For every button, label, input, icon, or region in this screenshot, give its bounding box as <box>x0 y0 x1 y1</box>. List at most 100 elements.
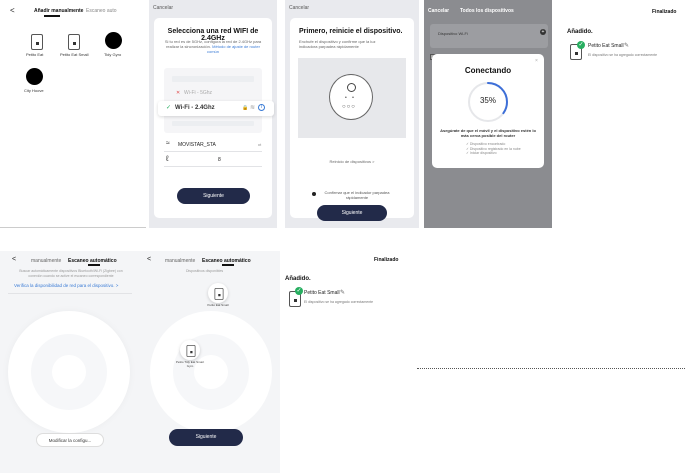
subtitle: Enchufe el dispositivo y confirme que la… <box>299 39 376 49</box>
tab-manual[interactable]: manualmente <box>31 258 61 264</box>
next-button[interactable]: Siguiente <box>169 429 243 446</box>
radar-inner-ring <box>52 355 86 389</box>
cross-icon: ✕ <box>176 90 181 96</box>
lock-icon: 🔒 <box>242 105 249 111</box>
tab-add-manually[interactable]: Añadir manualmente <box>34 8 83 14</box>
device-bubble <box>208 283 228 303</box>
confirm-radio[interactable] <box>312 192 316 196</box>
found-device-tidy-gyro[interactable]: Petito Tidy Eat Smart Gyro <box>176 340 204 370</box>
wifi-device-label: Dispositivo Wi-Fi <box>438 31 468 36</box>
success-check-icon: ✓ <box>577 41 585 49</box>
connecting-modal: × Conectando 35% Asegúrate de que el móv… <box>432 54 544 168</box>
page-title: Primero, reinicie el dispositivo. <box>299 28 403 35</box>
network-name[interactable]: MOVISTAR_STA <box>178 142 216 148</box>
reset-card: Primero, reinicie el dispositivo. Enchuf… <box>290 18 414 221</box>
added-success-screen: Finalizado Añadido. ✓ Petito Eat Small ✎… <box>556 0 685 228</box>
placeholder-line <box>172 76 254 82</box>
added-success-screen-2: Finalizado Añadido. ✓ Petito Eat Small ✎… <box>280 251 413 473</box>
edit-icon[interactable]: ✎ <box>624 42 629 49</box>
divider <box>164 151 262 152</box>
wifi-illustration: ✕ Wi-Fi - 5Ghz ✓ Wi-Fi - 2.4Ghz 🔒 ≋ i <box>158 68 274 133</box>
done-button[interactable]: Finalizado <box>374 257 398 263</box>
back-icon[interactable]: < <box>10 6 15 15</box>
device-label: Petito Tidy Eat Smart Gyro <box>175 360 205 368</box>
progress-percent: 35% <box>479 96 496 105</box>
device-name: Petito Eat Small <box>304 290 340 296</box>
password-icon: ℓ <box>166 154 169 163</box>
done-button[interactable]: Finalizado <box>652 9 676 15</box>
active-tab-indicator <box>222 264 234 266</box>
placeholder-line <box>172 121 254 126</box>
confirm-label: Confirmar que el indicador parpadea rápi… <box>324 190 390 200</box>
tab-manual[interactable]: manualmente <box>165 258 195 264</box>
proximity-hint: Asegúrate de que el móvil y el dispositi… <box>440 128 536 138</box>
auto-scan-results-screen: < manualmente Escaneo automático Disposi… <box>140 251 280 473</box>
device-tile-petito-eat[interactable]: Petito Eat <box>22 32 52 58</box>
all-devices-tab[interactable]: Todos los dispositivos <box>460 8 514 14</box>
add-icon[interactable]: + <box>540 29 546 35</box>
available-devices-label: Dispositivos disponibles <box>186 269 224 273</box>
verify-network-link[interactable]: Verifica la disponibilidad de red para e… <box>14 283 118 288</box>
device-tile-label: City Hoove <box>24 88 44 93</box>
divider <box>164 166 262 167</box>
tab-auto-scan[interactable]: Escaneo auto <box>86 8 117 14</box>
cancel-button[interactable]: Cancelar <box>289 5 309 11</box>
device-tile-label: Petito Eat <box>26 52 44 57</box>
active-tab-indicator <box>88 264 100 266</box>
cancel-button[interactable]: Cancelar <box>428 8 449 14</box>
step-label: Dispositivo registrado en la nube <box>469 146 521 151</box>
wifi-icon: ≋ <box>250 105 256 111</box>
reset-guide-link[interactable]: Reinicio de dispositivos > <box>290 159 414 164</box>
reset-device-screen: Cancelar Primero, reinicie el dispositiv… <box>285 0 419 228</box>
router-guide-link[interactable]: Método de ajuste de router común <box>207 44 260 54</box>
info-icon: i <box>258 104 265 111</box>
added-heading: Añadido. <box>285 276 311 282</box>
swap-network-icon[interactable]: ⇄ <box>258 142 261 147</box>
wifi-24g-label: Wi-Fi - 2.4Ghz <box>175 105 215 111</box>
wifi-card: Selecciona una red WIFI de 2.4GHz Si tu … <box>154 18 274 218</box>
check-icon: ✓ <box>166 105 172 111</box>
device-tile-label: Petito Eat Small <box>60 52 89 57</box>
step-label: Iniciar dispositivo <box>469 151 497 155</box>
wifi-icon: ≈ <box>166 140 170 147</box>
feeder-icon <box>68 34 80 50</box>
back-icon[interactable]: < <box>12 256 16 263</box>
edit-icon[interactable]: ✎ <box>340 289 345 296</box>
dotted-divider <box>417 368 685 369</box>
device-name: Petito Eat Small <box>588 43 624 49</box>
device-status: El dispositivo se ha agregado correctame… <box>304 300 374 304</box>
added-heading: Añadido. <box>567 29 593 35</box>
black-circle-icon <box>105 32 122 49</box>
wifi-select-screen: Cancelar Selecciona una red WIFI de 2.4G… <box>149 0 277 228</box>
power-button-icon <box>347 83 356 92</box>
feeder-icon <box>186 345 196 357</box>
step-item: ✓ Iniciar dispositivo <box>466 151 497 155</box>
device-tile-label: Tidy Gyro <box>104 52 122 57</box>
back-icon[interactable]: < <box>147 256 151 263</box>
device-illustration: • • ○○○ <box>298 58 406 138</box>
next-button[interactable]: Siguiente <box>317 205 387 221</box>
device-bubble <box>180 340 200 360</box>
step-label: Dispositivo encontrado <box>469 142 506 146</box>
feeder-icon <box>31 34 43 50</box>
scan-notice: Buscar automáticamente dispositivos Blue… <box>19 269 123 278</box>
device-tile-tidy-gyro[interactable]: Tidy Gyro <box>102 32 126 58</box>
feeder-icon <box>214 288 224 300</box>
device-tile-petito-eat-small[interactable]: Petito Eat Small <box>59 32 89 58</box>
device-tile-city-hoove[interactable]: City Hoove <box>24 68 48 94</box>
connecting-screen: Cancelar Todos los dispositivos Disposit… <box>424 0 552 228</box>
password-field[interactable]: 8 <box>218 157 221 163</box>
modify-settings-button[interactable]: Modificar la configu... <box>36 433 104 447</box>
subtitle: Si tu red es de 5GHz, configura la red d… <box>162 39 264 54</box>
wifi-24g-row: ✓ Wi-Fi - 2.4Ghz 🔒 ≋ i <box>158 101 274 116</box>
wifi-5g-label: Wi-Fi - 5Ghz <box>184 90 213 96</box>
device-status: El dispositivo se ha agregado correctame… <box>588 53 658 57</box>
close-icon[interactable]: × <box>535 58 538 64</box>
add-manually-screen: < Añadir manualmente Escaneo auto Petito… <box>0 0 146 228</box>
next-button[interactable]: Siguiente <box>177 188 250 204</box>
found-device-petito-eat-small[interactable]: Petito Eat Small <box>207 283 229 313</box>
progress-steps: ✓ Dispositivo encontrado ✓ Dispositivo r… <box>466 142 521 156</box>
modal-title: Conectando <box>464 66 512 75</box>
cancel-button[interactable]: Cancelar <box>153 5 173 11</box>
success-check-icon: ✓ <box>295 287 303 295</box>
